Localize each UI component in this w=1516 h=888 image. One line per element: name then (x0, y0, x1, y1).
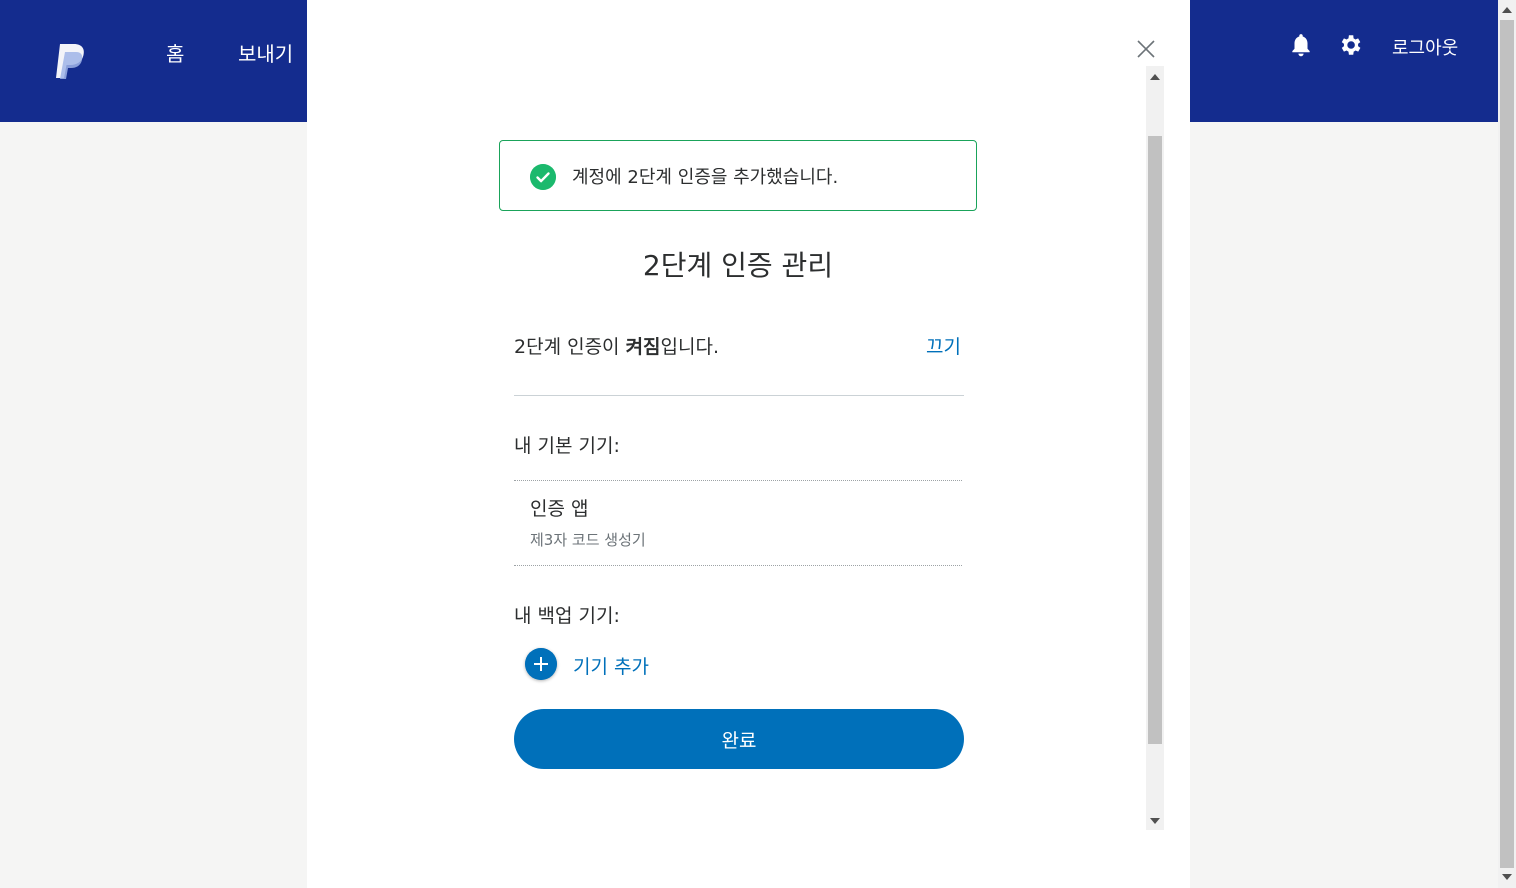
scroll-down-arrow-icon[interactable] (1150, 818, 1160, 824)
dialog-scrollbar[interactable] (1146, 66, 1164, 830)
bell-icon[interactable] (1288, 32, 1314, 58)
scroll-up-arrow-icon[interactable] (1502, 7, 1512, 13)
done-button[interactable]: 완료 (514, 709, 964, 769)
scroll-up-arrow-icon[interactable] (1150, 74, 1160, 80)
success-alert: 계정에 2단계 인증을 추가했습니다. (499, 140, 977, 211)
page-scrollbar[interactable] (1498, 0, 1516, 888)
divider (514, 395, 964, 396)
dotted-divider (514, 480, 962, 481)
page-scrollbar-thumb[interactable] (1500, 20, 1514, 868)
backup-device-label: 내 백업 기기: (514, 605, 620, 627)
alert-message: 계정에 2단계 인증을 추가했습니다. (572, 167, 839, 188)
plus-circle-icon[interactable] (525, 648, 557, 680)
turn-off-link[interactable]: 끄기 (926, 332, 961, 359)
nav-send[interactable]: 보내기 (238, 38, 293, 67)
status-prefix: 2단계 인증이 (514, 336, 626, 358)
status-suffix: 입니다. (660, 336, 720, 358)
status-text: 2단계 인증이 켜짐입니다. (514, 332, 719, 359)
dotted-divider (514, 565, 962, 566)
dialog-title: 2단계 인증 관리 (642, 249, 834, 282)
primary-device-label: 내 기본 기기: (514, 435, 620, 457)
close-icon[interactable] (1135, 38, 1157, 60)
primary-device-name: 인증 앱 (530, 498, 589, 520)
status-value: 켜짐 (625, 336, 661, 358)
add-device-label[interactable]: 기기 추가 (573, 652, 649, 679)
logout-link[interactable]: 로그아웃 (1392, 34, 1458, 60)
primary-device-description: 제3자 코드 생성기 (530, 531, 646, 549)
gear-icon[interactable] (1337, 32, 1363, 58)
nav-home[interactable]: 홈 (166, 38, 184, 67)
paypal-logo-icon[interactable] (52, 42, 86, 82)
check-circle-icon (530, 164, 556, 190)
scroll-down-arrow-icon[interactable] (1502, 874, 1512, 880)
dialog-scrollbar-thumb[interactable] (1148, 136, 1162, 744)
